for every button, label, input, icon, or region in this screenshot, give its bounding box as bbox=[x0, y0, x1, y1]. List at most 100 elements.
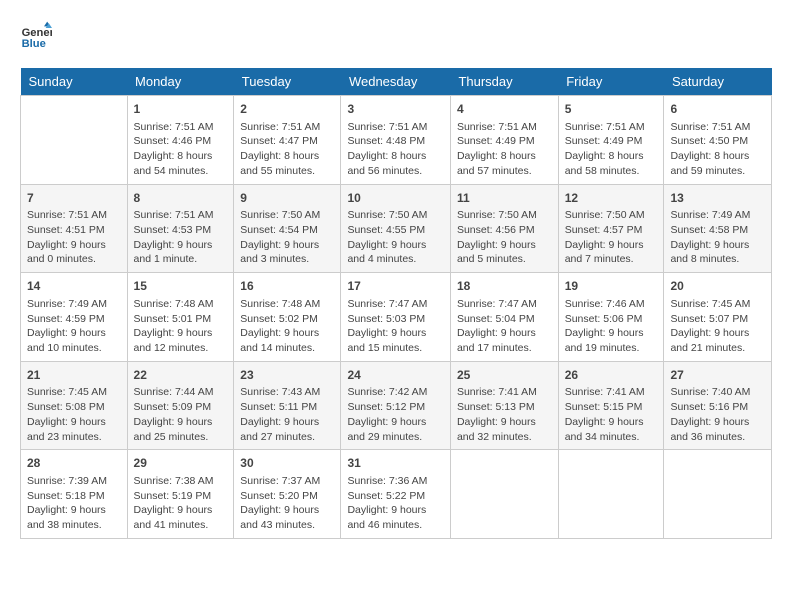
calendar-cell: 16 Sunrise: 7:48 AM Sunset: 5:02 PM Dayli… bbox=[234, 273, 341, 362]
day-number: 16 bbox=[240, 278, 334, 295]
day-number: 20 bbox=[670, 278, 765, 295]
day-number: 29 bbox=[134, 455, 228, 472]
day-info: Sunrise: 7:39 AM Sunset: 5:18 PM Dayligh… bbox=[27, 474, 121, 533]
calendar-cell: 14 Sunrise: 7:49 AM Sunset: 4:59 PM Dayli… bbox=[21, 273, 128, 362]
header-cell-tuesday: Tuesday bbox=[234, 68, 341, 96]
day-number: 5 bbox=[565, 101, 658, 118]
calendar-body: 1 Sunrise: 7:51 AM Sunset: 4:46 PM Daylig… bbox=[21, 96, 772, 539]
day-number: 26 bbox=[565, 367, 658, 384]
day-number: 3 bbox=[347, 101, 444, 118]
calendar-cell: 8Sunrise: 7:51 AM Sunset: 4:53 PM Daylig… bbox=[127, 184, 234, 273]
day-info: Sunrise: 7:50 AM Sunset: 4:56 PM Dayligh… bbox=[457, 208, 552, 267]
calendar-cell: 23Sunrise: 7:43 AM Sunset: 5:11 PM Dayli… bbox=[234, 361, 341, 450]
day-info: Sunrise: 7:48 AM Sunset: 5:02 PM Dayligh… bbox=[240, 297, 334, 356]
day-info: Sunrise: 7:49 AM Sunset: 4:58 PM Dayligh… bbox=[670, 208, 765, 267]
calendar-cell: 27Sunrise: 7:40 AM Sunset: 5:16 PM Dayli… bbox=[664, 361, 772, 450]
day-number: 7 bbox=[27, 190, 121, 207]
day-info: Sunrise: 7:50 AM Sunset: 4:55 PM Dayligh… bbox=[347, 208, 444, 267]
calendar-cell: 6 Sunrise: 7:51 AM Sunset: 4:50 PM Daylig… bbox=[664, 96, 772, 185]
calendar-cell: 15 Sunrise: 7:48 AM Sunset: 5:01 PM Dayli… bbox=[127, 273, 234, 362]
day-info: Sunrise: 7:51 AM Sunset: 4:53 PM Dayligh… bbox=[134, 208, 228, 267]
day-info: Sunrise: 7:42 AM Sunset: 5:12 PM Dayligh… bbox=[347, 385, 444, 444]
day-number: 17 bbox=[347, 278, 444, 295]
svg-text:General: General bbox=[22, 27, 52, 39]
calendar-cell bbox=[664, 450, 772, 539]
header-cell-saturday: Saturday bbox=[664, 68, 772, 96]
week-row-5: 28 Sunrise: 7:39 AM Sunset: 5:18 PM Dayli… bbox=[21, 450, 772, 539]
day-info: Sunrise: 7:51 AM Sunset: 4:47 PM Dayligh… bbox=[240, 120, 334, 179]
day-info: Sunrise: 7:51 AM Sunset: 4:51 PM Dayligh… bbox=[27, 208, 121, 267]
calendar-cell: 29 Sunrise: 7:38 AM Sunset: 5:19 PM Dayli… bbox=[127, 450, 234, 539]
day-info: Sunrise: 7:51 AM Sunset: 4:49 PM Dayligh… bbox=[457, 120, 552, 179]
day-info: Sunrise: 7:50 AM Sunset: 4:57 PM Dayligh… bbox=[565, 208, 658, 267]
day-info: Sunrise: 7:43 AM Sunset: 5:11 PM Dayligh… bbox=[240, 385, 334, 444]
day-info: Sunrise: 7:49 AM Sunset: 4:59 PM Dayligh… bbox=[27, 297, 121, 356]
day-info: Sunrise: 7:38 AM Sunset: 5:19 PM Dayligh… bbox=[134, 474, 228, 533]
header-row: SundayMondayTuesdayWednesdayThursdayFrid… bbox=[21, 68, 772, 96]
calendar-cell bbox=[450, 450, 558, 539]
day-info: Sunrise: 7:45 AM Sunset: 5:08 PM Dayligh… bbox=[27, 385, 121, 444]
day-info: Sunrise: 7:47 AM Sunset: 5:04 PM Dayligh… bbox=[457, 297, 552, 356]
day-number: 22 bbox=[134, 367, 228, 384]
day-info: Sunrise: 7:51 AM Sunset: 4:48 PM Dayligh… bbox=[347, 120, 444, 179]
calendar-cell: 5Sunrise: 7:51 AM Sunset: 4:49 PM Daylig… bbox=[558, 96, 664, 185]
calendar-cell: 30 Sunrise: 7:37 AM Sunset: 5:20 PM Dayli… bbox=[234, 450, 341, 539]
day-number: 23 bbox=[240, 367, 334, 384]
day-info: Sunrise: 7:51 AM Sunset: 4:46 PM Dayligh… bbox=[134, 120, 228, 179]
header-cell-monday: Monday bbox=[127, 68, 234, 96]
calendar-cell: 19 Sunrise: 7:46 AM Sunset: 5:06 PM Dayli… bbox=[558, 273, 664, 362]
day-number: 30 bbox=[240, 455, 334, 472]
week-row-2: 7Sunrise: 7:51 AM Sunset: 4:51 PM Daylig… bbox=[21, 184, 772, 273]
day-info: Sunrise: 7:48 AM Sunset: 5:01 PM Dayligh… bbox=[134, 297, 228, 356]
calendar-cell bbox=[21, 96, 128, 185]
day-info: Sunrise: 7:51 AM Sunset: 4:50 PM Dayligh… bbox=[670, 120, 765, 179]
day-number: 31 bbox=[347, 455, 444, 472]
header-cell-thursday: Thursday bbox=[450, 68, 558, 96]
day-number: 9 bbox=[240, 190, 334, 207]
calendar-cell bbox=[558, 450, 664, 539]
day-number: 11 bbox=[457, 190, 552, 207]
day-info: Sunrise: 7:41 AM Sunset: 5:13 PM Dayligh… bbox=[457, 385, 552, 444]
logo: General Blue bbox=[20, 20, 56, 52]
day-number: 18 bbox=[457, 278, 552, 295]
calendar-cell: 25Sunrise: 7:41 AM Sunset: 5:13 PM Dayli… bbox=[450, 361, 558, 450]
day-number: 24 bbox=[347, 367, 444, 384]
day-number: 4 bbox=[457, 101, 552, 118]
logo-icon: General Blue bbox=[20, 20, 52, 52]
svg-text:Blue: Blue bbox=[22, 38, 46, 50]
week-row-4: 21Sunrise: 7:45 AM Sunset: 5:08 PM Dayli… bbox=[21, 361, 772, 450]
day-info: Sunrise: 7:37 AM Sunset: 5:20 PM Dayligh… bbox=[240, 474, 334, 533]
calendar-cell: 18 Sunrise: 7:47 AM Sunset: 5:04 PM Dayli… bbox=[450, 273, 558, 362]
day-number: 28 bbox=[27, 455, 121, 472]
day-info: Sunrise: 7:36 AM Sunset: 5:22 PM Dayligh… bbox=[347, 474, 444, 533]
calendar-cell: 21Sunrise: 7:45 AM Sunset: 5:08 PM Dayli… bbox=[21, 361, 128, 450]
calendar-cell: 28 Sunrise: 7:39 AM Sunset: 5:18 PM Dayli… bbox=[21, 450, 128, 539]
week-row-3: 14 Sunrise: 7:49 AM Sunset: 4:59 PM Dayli… bbox=[21, 273, 772, 362]
day-number: 19 bbox=[565, 278, 658, 295]
day-info: Sunrise: 7:44 AM Sunset: 5:09 PM Dayligh… bbox=[134, 385, 228, 444]
day-number: 21 bbox=[27, 367, 121, 384]
header-cell-sunday: Sunday bbox=[21, 68, 128, 96]
day-number: 25 bbox=[457, 367, 552, 384]
calendar-cell: 2Sunrise: 7:51 AM Sunset: 4:47 PM Daylig… bbox=[234, 96, 341, 185]
page-header: General Blue bbox=[20, 20, 772, 52]
calendar-table: SundayMondayTuesdayWednesdayThursdayFrid… bbox=[20, 68, 772, 539]
week-row-1: 1 Sunrise: 7:51 AM Sunset: 4:46 PM Daylig… bbox=[21, 96, 772, 185]
calendar-cell: 22Sunrise: 7:44 AM Sunset: 5:09 PM Dayli… bbox=[127, 361, 234, 450]
day-number: 15 bbox=[134, 278, 228, 295]
calendar-cell: 3 Sunrise: 7:51 AM Sunset: 4:48 PM Daylig… bbox=[341, 96, 451, 185]
day-number: 1 bbox=[134, 101, 228, 118]
day-info: Sunrise: 7:46 AM Sunset: 5:06 PM Dayligh… bbox=[565, 297, 658, 356]
calendar-cell: 26Sunrise: 7:41 AM Sunset: 5:15 PM Dayli… bbox=[558, 361, 664, 450]
day-info: Sunrise: 7:47 AM Sunset: 5:03 PM Dayligh… bbox=[347, 297, 444, 356]
day-number: 14 bbox=[27, 278, 121, 295]
calendar-cell: 11Sunrise: 7:50 AM Sunset: 4:56 PM Dayli… bbox=[450, 184, 558, 273]
header-cell-friday: Friday bbox=[558, 68, 664, 96]
calendar-cell: 1 Sunrise: 7:51 AM Sunset: 4:46 PM Daylig… bbox=[127, 96, 234, 185]
calendar-cell: 12Sunrise: 7:50 AM Sunset: 4:57 PM Dayli… bbox=[558, 184, 664, 273]
calendar-cell: 7Sunrise: 7:51 AM Sunset: 4:51 PM Daylig… bbox=[21, 184, 128, 273]
calendar-cell: 9Sunrise: 7:50 AM Sunset: 4:54 PM Daylig… bbox=[234, 184, 341, 273]
day-number: 6 bbox=[670, 101, 765, 118]
day-number: 8 bbox=[134, 190, 228, 207]
day-number: 12 bbox=[565, 190, 658, 207]
